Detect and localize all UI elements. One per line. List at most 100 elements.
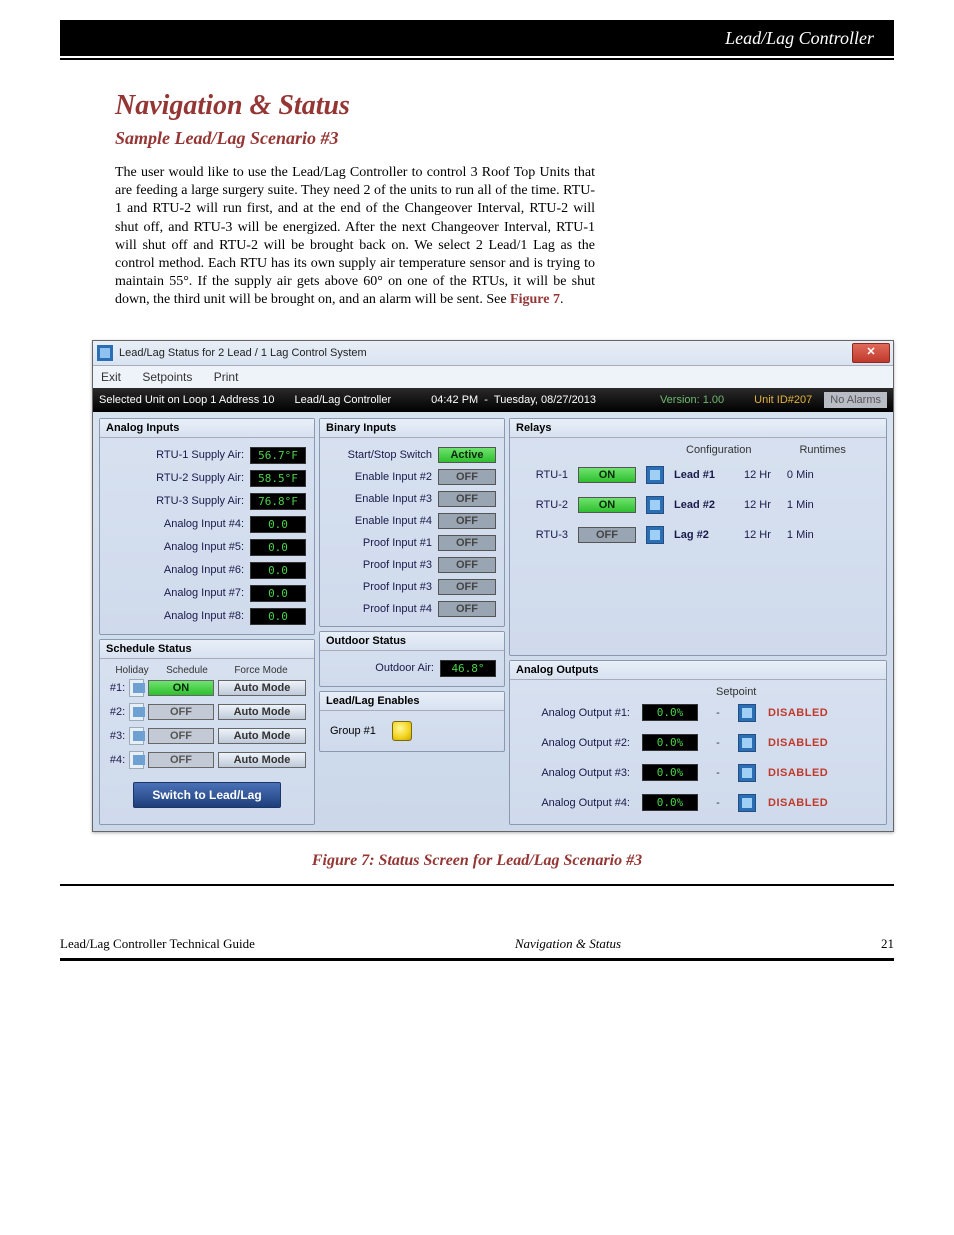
panel-relays: Relays Configuration Runtimes RTU-1 ON Lea…	[509, 418, 887, 656]
bi-label: Proof Input #4	[328, 603, 438, 615]
close-button[interactable]: ✕	[852, 343, 890, 363]
relay-state: ON	[578, 467, 636, 483]
relay-config-icon[interactable]	[646, 466, 664, 484]
menu-setpoints[interactable]: Setpoints	[142, 370, 192, 384]
force-mode[interactable]: Auto Mode	[218, 752, 306, 768]
ao-config-icon[interactable]	[738, 764, 756, 782]
sched-state[interactable]: OFF	[148, 752, 214, 768]
analog-output-row: Analog Output #1:0.0%-DISABLED	[520, 698, 876, 728]
sched-idx: #3:	[108, 730, 125, 742]
ao-config-icon[interactable]	[738, 704, 756, 722]
ao-status: DISABLED	[768, 767, 828, 779]
sched-state[interactable]: OFF	[148, 704, 214, 720]
ai-label: Analog Input #5:	[108, 541, 250, 553]
bi-state: OFF	[438, 601, 496, 617]
sched-idx: #4:	[108, 754, 125, 766]
ai-value: 56.7°F	[250, 447, 306, 464]
holiday-icon[interactable]	[129, 703, 144, 721]
sched-state[interactable]: ON	[148, 680, 214, 696]
relay-name: RTU-1	[520, 469, 568, 481]
bi-label: Enable Input #4	[328, 515, 438, 527]
ai-value: 0.0	[250, 516, 306, 533]
ao-value: 0.0%	[642, 704, 698, 721]
relay-state: OFF	[578, 527, 636, 543]
analog-input-row: RTU-2 Supply Air:58.5°F	[106, 467, 308, 490]
holiday-icon[interactable]	[129, 679, 144, 697]
status-dash: -	[478, 394, 494, 406]
ai-label: RTU-3 Supply Air:	[108, 495, 250, 507]
panel-header-schedule: Schedule Status	[100, 640, 314, 659]
force-mode[interactable]: Auto Mode	[218, 728, 306, 744]
bi-state: OFF	[438, 579, 496, 595]
ai-value: 0.0	[250, 539, 306, 556]
ao-config-icon[interactable]	[738, 734, 756, 752]
bi-label: Enable Input #3	[328, 493, 438, 505]
app-window: Lead/Lag Status for 2 Lead / 1 Lag Contr…	[92, 340, 894, 832]
relay-hr: 12 Hr	[744, 499, 771, 511]
relay-min: 1 Min	[787, 529, 814, 541]
status-unitid: Unit ID#207	[754, 394, 812, 406]
panel-header-lle: Lead/Lag Enables	[320, 692, 504, 711]
ai-label: Analog Input #8:	[108, 610, 250, 622]
force-mode[interactable]: Auto Mode	[218, 704, 306, 720]
relay-config: Lead #2	[674, 499, 734, 511]
analog-output-row: Analog Output #3:0.0%-DISABLED	[520, 758, 876, 788]
ai-value: 0.0	[250, 585, 306, 602]
ao-setpoint: -	[710, 707, 726, 719]
figure-caption: Figure 7: Status Screen for Lead/Lag Sce…	[0, 832, 954, 880]
status-noalarms: No Alarms	[824, 392, 887, 408]
relays-col-cfg: Configuration	[686, 444, 751, 456]
panel-header-ai: Analog Inputs	[100, 419, 314, 438]
ao-config-icon[interactable]	[738, 794, 756, 812]
ai-label: RTU-1 Supply Air:	[108, 449, 250, 461]
relay-row: RTU-2ONLead #212 Hr1 Min	[520, 490, 876, 520]
relay-state: ON	[578, 497, 636, 513]
bi-label: Proof Input #3	[328, 559, 438, 571]
relay-config-icon[interactable]	[646, 526, 664, 544]
binary-input-row: Enable Input #4OFF	[326, 510, 498, 532]
bi-label: Proof Input #3	[328, 581, 438, 593]
analog-input-row: Analog Input #6:0.0	[106, 559, 308, 582]
body-text: The user would like to use the Lead/Lag …	[115, 165, 595, 307]
force-mode[interactable]: Auto Mode	[218, 680, 306, 696]
ao-setpoint-hdr: Setpoint	[716, 686, 756, 698]
analog-input-row: RTU-1 Supply Air:56.7°F	[106, 444, 308, 467]
sched-state[interactable]: OFF	[148, 728, 214, 744]
binary-input-row: Enable Input #2OFF	[326, 466, 498, 488]
holiday-icon[interactable]	[129, 751, 144, 769]
ai-label: Analog Input #4:	[108, 518, 250, 530]
sched-idx: #1:	[108, 682, 125, 694]
heading-area: Navigation & Status Sample Lead/Lag Scen…	[0, 60, 954, 159]
relay-name: RTU-3	[520, 529, 568, 541]
panel-header-relays: Relays	[510, 419, 886, 438]
ao-label: Analog Output #2:	[520, 737, 630, 749]
banner-bar: Lead/Lag Controller	[60, 20, 894, 56]
figure-ref: Figure 7	[510, 292, 560, 307]
ao-status: DISABLED	[768, 707, 828, 719]
relay-min: 1 Min	[787, 499, 814, 511]
lightbulb-icon[interactable]	[392, 721, 412, 741]
status-controller: Lead/Lag Controller	[295, 394, 392, 406]
menu-print[interactable]: Print	[214, 370, 239, 384]
relay-config-icon[interactable]	[646, 496, 664, 514]
binary-input-row: Proof Input #3OFF	[326, 576, 498, 598]
binary-input-row: Proof Input #3OFF	[326, 554, 498, 576]
status-date: Tuesday, 08/27/2013	[494, 394, 596, 406]
analog-input-row: Analog Input #4:0.0	[106, 513, 308, 536]
menu-exit[interactable]: Exit	[101, 370, 121, 384]
ao-value: 0.0%	[642, 794, 698, 811]
bi-state: OFF	[438, 513, 496, 529]
schedule-row: #4: OFFAuto Mode	[106, 748, 308, 772]
holiday-icon[interactable]	[129, 727, 144, 745]
ai-label: RTU-2 Supply Air:	[108, 472, 250, 484]
relay-row: RTU-1ONLead #112 Hr0 Min	[520, 460, 876, 490]
switch-leadlag-button[interactable]: Switch to Lead/Lag	[133, 782, 280, 808]
panel-binary-inputs: Binary Inputs Start/Stop SwitchActiveEna…	[319, 418, 505, 627]
relays-col-rt: Runtimes	[799, 444, 845, 456]
binary-input-row: Enable Input #3OFF	[326, 488, 498, 510]
pane-area: Analog Inputs RTU-1 Supply Air:56.7°FRTU…	[93, 412, 893, 831]
ao-headers: Setpoint	[520, 686, 876, 698]
outdoor-value: 46.8°	[440, 660, 496, 677]
ai-value: 58.5°F	[250, 470, 306, 487]
relay-config: Lag #2	[674, 529, 734, 541]
